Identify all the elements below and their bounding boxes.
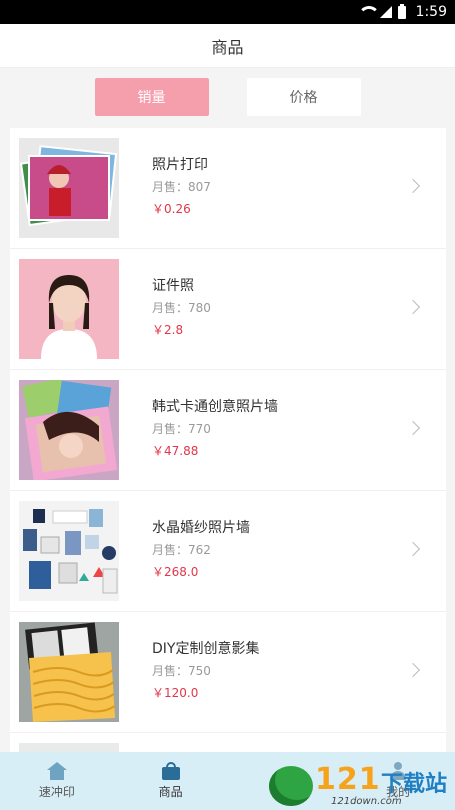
product-name: 水晶婚纱照片墙	[152, 520, 250, 536]
product-name: 照片打印	[152, 157, 208, 173]
nav-label: 商品	[158, 785, 183, 799]
status-time: 1:59	[415, 4, 447, 20]
chevron-right-icon	[405, 662, 421, 678]
battery-icon	[397, 3, 406, 19]
sort-by-sales-button[interactable]: 销量	[94, 78, 209, 116]
product-info: 水晶婚纱照片墙 月售：762 ￥268.0	[152, 517, 250, 580]
product-thumbnail-cartoon-photo-wall	[19, 380, 119, 480]
product-price: ￥120.0	[152, 686, 199, 700]
product-item[interactable]: 韩式卡通创意照片墙 月售：770 ￥47.88	[10, 370, 446, 491]
home-icon	[46, 762, 67, 780]
watermark-logo: 121 下载站 121down.com	[269, 760, 449, 808]
product-info: 证件照 月售：780 ￥2.8	[152, 275, 211, 338]
product-monthly-sales: 月售：780	[152, 301, 211, 315]
sort-bar: 销量 价格	[0, 68, 455, 126]
chevron-right-icon	[405, 541, 421, 557]
product-item[interactable]: 水晶婚纱照片墙 月售：762 ￥268.0	[10, 491, 446, 612]
product-list: 照片打印 月售：807 ￥0.26 证件照 月售：780 ￥2.8 韩式卡通创意…	[10, 128, 446, 763]
product-item[interactable]: 证件照 月售：780 ￥2.8	[10, 249, 446, 370]
product-name: DIY定制创意影集	[152, 641, 260, 657]
watermark-cn: 下载站	[381, 772, 448, 797]
top-header: 商品	[0, 24, 455, 68]
shopping-bag-icon	[161, 762, 180, 780]
product-monthly-sales: 月售：770	[152, 422, 211, 436]
product-price: ￥268.0	[152, 565, 199, 579]
watermark-url: 121down.com	[331, 796, 402, 807]
product-thumbnail-photo-print	[19, 138, 119, 238]
watermark-globe-icon	[269, 766, 313, 806]
status-bar: 1:59	[0, 0, 455, 24]
nav-label: 速冲印	[38, 785, 75, 799]
product-thumbnail-crystal-wedding-wall	[19, 501, 119, 601]
chevron-right-icon	[405, 178, 421, 194]
product-info: 韩式卡通创意照片墙 月售：770 ￥47.88	[152, 396, 278, 459]
product-info: 照片打印 月售：807 ￥0.26	[152, 154, 211, 217]
product-name: 证件照	[152, 278, 194, 294]
sort-by-price-button[interactable]: 价格	[246, 78, 361, 116]
nav-tab-products[interactable]: 商品	[114, 752, 228, 810]
product-thumbnail-id-photo	[19, 259, 119, 359]
product-monthly-sales: 月售：807	[152, 180, 211, 194]
product-item[interactable]: DIY定制创意影集 月售：750 ￥120.0	[10, 612, 446, 733]
product-info: DIY定制创意影集 月售：750 ￥120.0	[152, 638, 259, 701]
product-name: 韩式卡通创意照片墙	[152, 399, 278, 415]
wifi-icon	[357, 6, 380, 18]
watermark-brand: 121	[315, 762, 381, 797]
chevron-right-icon	[405, 299, 421, 315]
signal-icon	[379, 6, 392, 18]
chevron-right-icon	[405, 420, 421, 436]
status-icons: 1:59	[357, 3, 447, 20]
product-price: ￥2.8	[152, 323, 184, 337]
product-thumbnail-diy-album	[19, 622, 119, 722]
product-monthly-sales: 月售：750	[152, 664, 211, 678]
nav-tab-quick-print[interactable]: 速冲印	[0, 752, 114, 810]
page-title: 商品	[211, 37, 244, 57]
product-monthly-sales: 月售：762	[152, 543, 211, 557]
product-item[interactable]: 照片打印 月售：807 ￥0.26	[10, 128, 446, 249]
product-price: ￥0.26	[152, 202, 191, 216]
product-price: ￥47.88	[152, 444, 199, 458]
